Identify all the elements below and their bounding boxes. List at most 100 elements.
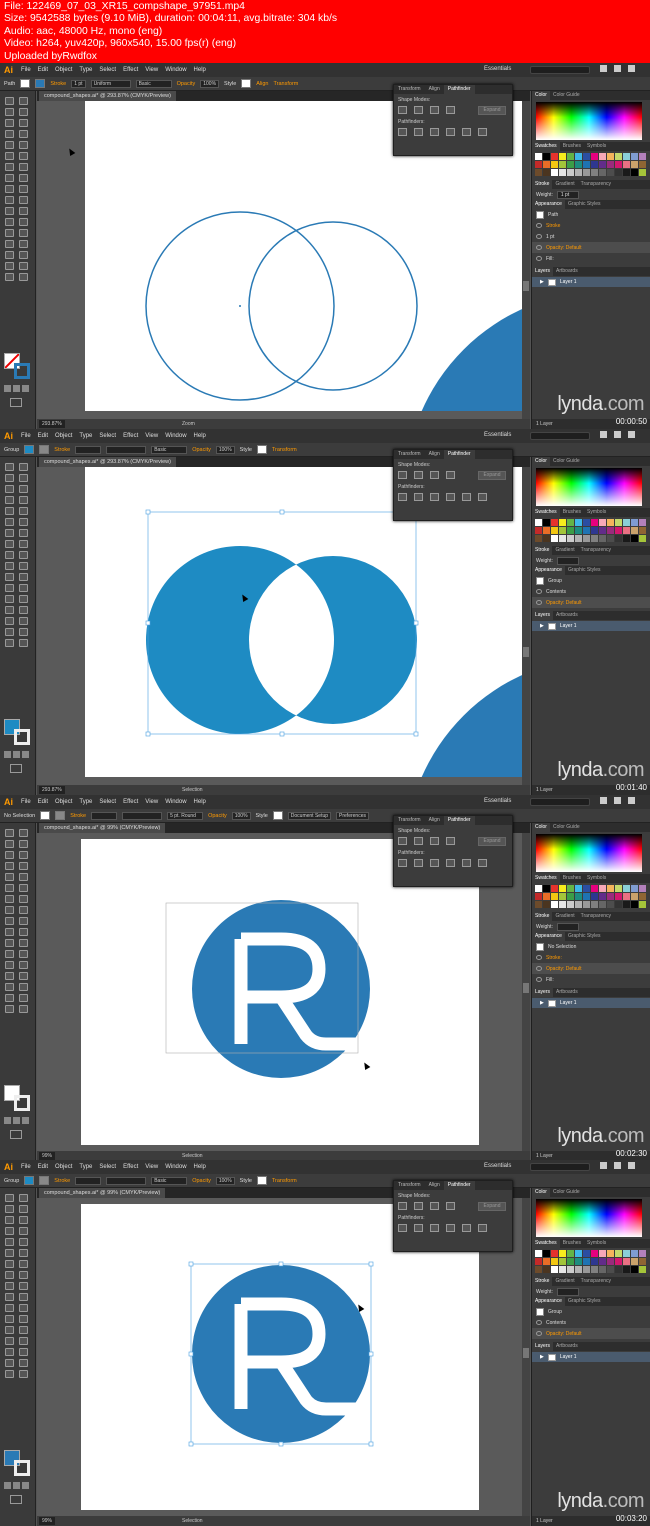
swatch[interactable] (583, 893, 590, 900)
tab-layers[interactable]: Layers (532, 611, 554, 620)
tool-icon[interactable] (19, 1293, 28, 1301)
tool-icon[interactable] (5, 1238, 14, 1246)
variable-width-profile[interactable]: Uniform (90, 79, 131, 88)
swatch[interactable] (599, 153, 606, 160)
tool-icon[interactable] (19, 196, 28, 204)
trim-icon[interactable] (414, 1224, 423, 1232)
tool-icon[interactable] (5, 196, 14, 204)
swatch[interactable] (559, 1250, 566, 1257)
swatch[interactable] (567, 1250, 574, 1257)
tab-gradient[interactable]: Gradient (552, 180, 577, 189)
menu-effect[interactable]: Effect (123, 1164, 138, 1170)
tool-icon[interactable] (5, 262, 14, 270)
swatch[interactable] (639, 1258, 646, 1265)
tool-icon[interactable] (19, 961, 28, 969)
swatch[interactable] (551, 169, 558, 176)
tool-icon[interactable] (19, 163, 28, 171)
tool-icon[interactable] (19, 1249, 28, 1257)
gradient-icon[interactable] (13, 1117, 20, 1124)
swatch[interactable] (591, 527, 598, 534)
tool-icon[interactable] (19, 1337, 28, 1345)
tool-icon[interactable] (19, 273, 28, 281)
tool-icon[interactable] (5, 496, 14, 504)
swatch[interactable] (535, 1266, 542, 1273)
tab-color-guide[interactable]: Color Guide (550, 91, 583, 100)
swatch[interactable] (623, 527, 630, 534)
swatch[interactable] (599, 519, 606, 526)
tool-icon[interactable] (19, 994, 28, 1002)
tool-icon[interactable] (19, 1005, 28, 1013)
swatch[interactable] (551, 519, 558, 526)
appearance-row[interactable]: Opacity: Default (532, 1328, 650, 1339)
appearance-row[interactable]: No Selection (532, 941, 650, 952)
tool-icon[interactable] (19, 617, 28, 625)
visibility-eye-icon[interactable] (536, 966, 542, 971)
visibility-eye-icon[interactable] (536, 223, 542, 228)
swatch[interactable] (583, 161, 590, 168)
swatch[interactable] (551, 153, 558, 160)
swatch[interactable] (623, 901, 630, 908)
tool-icon[interactable] (19, 884, 28, 892)
tab-transparency[interactable]: Transparency (578, 1277, 614, 1286)
swatch[interactable] (535, 161, 542, 168)
tool-icon[interactable] (19, 474, 28, 482)
swatch[interactable] (535, 153, 542, 160)
tool-icon[interactable] (5, 961, 14, 969)
tab-appearance[interactable]: Appearance (532, 932, 565, 941)
tool-icon[interactable] (19, 240, 28, 248)
tab-swatches[interactable]: Swatches (532, 142, 560, 151)
opacity-label[interactable]: Opacity (192, 1178, 211, 1184)
unite-icon[interactable] (398, 106, 407, 114)
expand-button[interactable]: Expand (478, 1202, 506, 1211)
swatch[interactable] (639, 901, 646, 908)
stroke-color-box[interactable] (14, 729, 30, 745)
document-tab[interactable]: compound_shapes.ai* @ 99% (CMYK/Preview) (39, 1188, 166, 1198)
exclude-icon[interactable] (446, 106, 455, 114)
tool-icon[interactable] (5, 141, 14, 149)
vertical-scrollbar[interactable] (522, 101, 530, 419)
search-input[interactable] (530, 66, 590, 74)
tool-icon[interactable] (19, 529, 28, 537)
tool-icon[interactable] (5, 994, 14, 1002)
tool-icon[interactable] (19, 1238, 28, 1246)
gradient-icon[interactable] (13, 385, 20, 392)
tab-graphic-styles[interactable]: Graphic Styles (565, 200, 604, 209)
swatch[interactable] (559, 535, 566, 542)
swatch[interactable] (639, 161, 646, 168)
tab-color[interactable]: Color (532, 1188, 550, 1197)
swatch[interactable] (559, 1266, 566, 1273)
swatch[interactable] (575, 169, 582, 176)
tab-stroke[interactable]: Stroke (532, 180, 553, 189)
swatch[interactable] (535, 535, 542, 542)
tab-stroke[interactable]: Stroke (532, 546, 553, 555)
tool-icon[interactable] (5, 218, 14, 226)
visibility-eye-icon[interactable] (536, 256, 542, 261)
swatch[interactable] (599, 169, 606, 176)
tool-icon[interactable] (19, 229, 28, 237)
tool-icon[interactable] (19, 174, 28, 182)
tool-icon[interactable] (5, 207, 14, 215)
weight-field[interactable] (556, 1287, 579, 1296)
fill-swatch[interactable] (40, 811, 51, 820)
tool-icon[interactable] (5, 1337, 14, 1345)
trim-icon[interactable] (414, 493, 423, 501)
tool-icon[interactable] (19, 130, 28, 138)
tab-gradient[interactable]: Gradient (552, 1277, 577, 1286)
tool-icon[interactable] (19, 1348, 28, 1356)
swatch[interactable] (575, 1258, 582, 1265)
transform-link[interactable]: Transform (274, 81, 299, 87)
swatch[interactable] (551, 1266, 558, 1273)
swatch[interactable] (639, 519, 646, 526)
tool-icon[interactable] (5, 1293, 14, 1301)
outline-icon[interactable] (462, 1224, 471, 1232)
tool-icon[interactable] (19, 606, 28, 614)
swatch[interactable] (607, 169, 614, 176)
swatch[interactable] (607, 885, 614, 892)
swatch[interactable] (639, 893, 646, 900)
tool-icon[interactable] (5, 529, 14, 537)
menu-file[interactable]: File (21, 433, 31, 439)
stroke-label[interactable]: Stroke (70, 813, 86, 819)
tool-icon[interactable] (19, 1194, 28, 1202)
tool-icon[interactable] (5, 606, 14, 614)
tool-icon[interactable] (19, 983, 28, 991)
